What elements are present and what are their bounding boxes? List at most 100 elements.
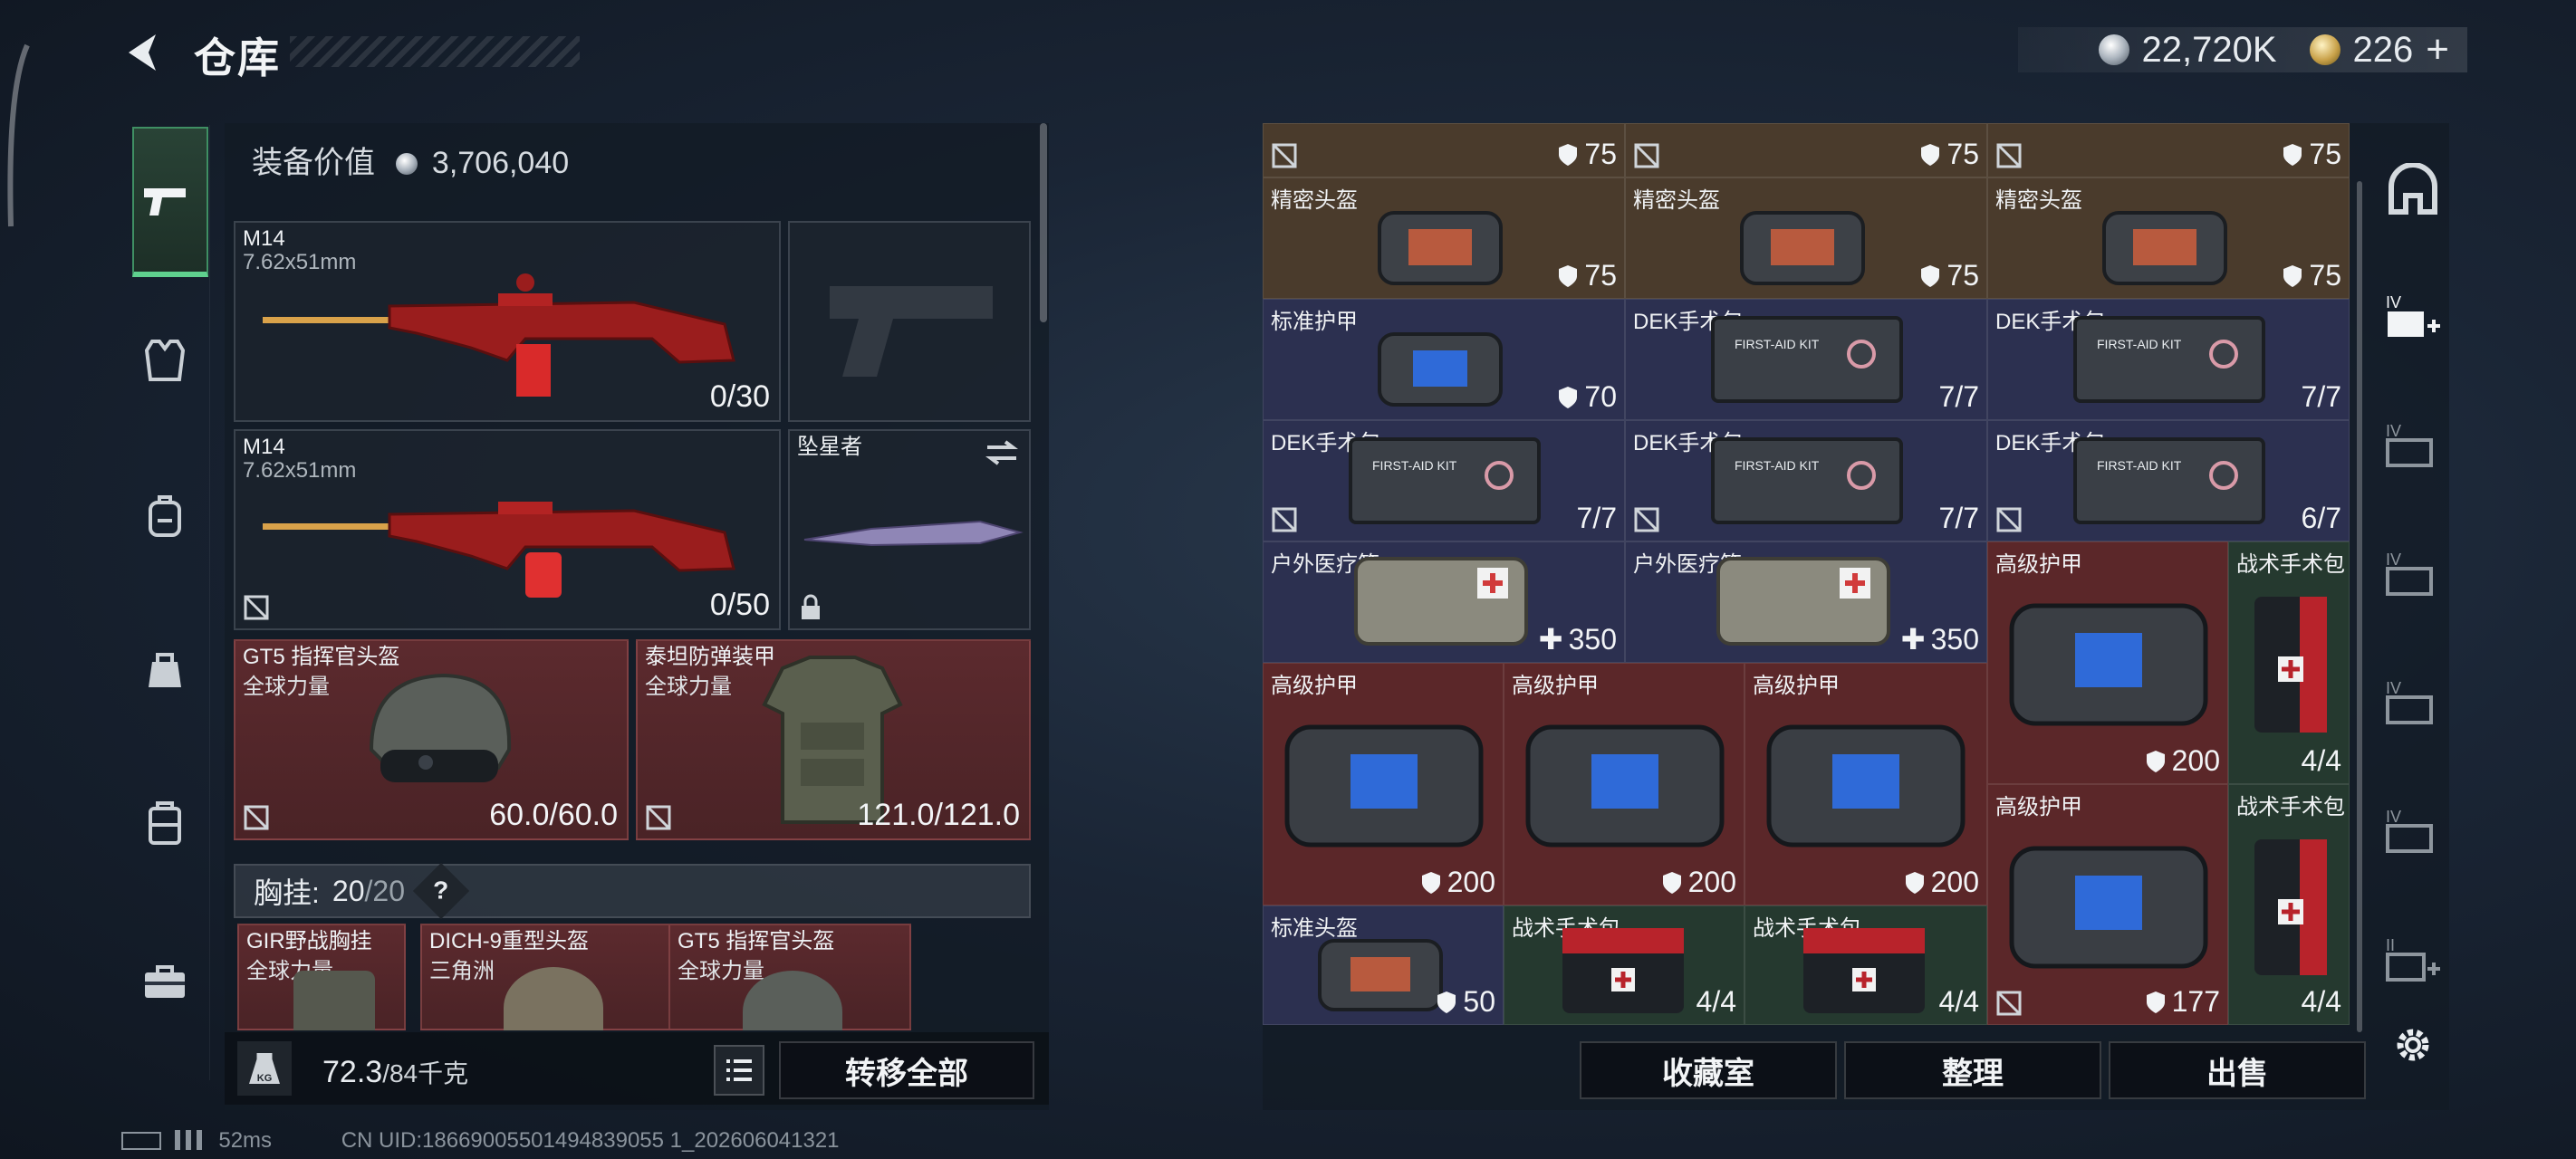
add-currency-button[interactable]: + bbox=[2426, 27, 2449, 72]
stash-item-advanced-armor[interactable]: 高级护甲 177 bbox=[1987, 784, 2228, 1025]
stash-item[interactable]: 75 bbox=[1263, 123, 1625, 177]
stash-item-advanced-armor[interactable]: 高级护甲 200 bbox=[1263, 663, 1504, 905]
stash-tab-home[interactable] bbox=[2380, 158, 2446, 223]
armor-bag-image bbox=[1766, 724, 1966, 848]
uses-count: 4/4 bbox=[1696, 985, 1736, 1018]
stash-tab-6[interactable]: II bbox=[2380, 927, 2446, 992]
settings-button[interactable] bbox=[2380, 1012, 2446, 1078]
stash-item-outdoor-medkit[interactable]: 户外医疗箱 ✚ 350 bbox=[1263, 541, 1625, 663]
list-view-button[interactable] bbox=[714, 1045, 764, 1096]
stash-item-dek-kit[interactable]: DEK手术包 FIRST-AID KIT 6/7 bbox=[1987, 420, 2350, 541]
back-arrow-icon[interactable] bbox=[118, 27, 168, 78]
helmet-faction: 全球力量 bbox=[243, 675, 330, 699]
nav-toolbox[interactable] bbox=[132, 949, 197, 1014]
stash-item-dek-kit[interactable]: DEK手术包 FIRST-AID KIT 7/7 bbox=[1625, 420, 1987, 541]
first-aid-kit-image: FIRST-AID KIT bbox=[2073, 316, 2265, 403]
help-button[interactable]: ? bbox=[412, 862, 470, 920]
secondary-weapon-slot[interactable] bbox=[788, 221, 1031, 422]
item-name: 战术手术包 bbox=[2236, 552, 2345, 577]
stash-item-tactical-kit[interactable]: 战术手术包 4/4 bbox=[1745, 905, 1987, 1025]
stash-item-advanced-armor[interactable]: 高级护甲 200 bbox=[1745, 663, 1987, 905]
transfer-all-button[interactable]: 转移全部 bbox=[779, 1041, 1034, 1099]
heal-amount: 350 bbox=[1568, 622, 1617, 656]
stash-tab-1[interactable]: IV bbox=[2380, 284, 2446, 350]
first-aid-kit-image: FIRST-AID KIT bbox=[1349, 437, 1541, 524]
stash-item-precision-helmet[interactable]: 精密头盔 75 bbox=[1987, 177, 2350, 299]
lock-icon bbox=[802, 594, 820, 619]
uses-count: 4/4 bbox=[1938, 985, 1979, 1018]
nav-backpack[interactable] bbox=[132, 484, 197, 549]
primary-weapon-slot-2[interactable]: M14 7.62x51mm 0/50 bbox=[234, 429, 781, 630]
stash-tab-5[interactable]: IV bbox=[2380, 799, 2446, 864]
uses-count: 6/7 bbox=[2301, 502, 2341, 534]
kit-label: FIRST-AID KIT bbox=[1735, 337, 1820, 351]
stash-item-dek-kit[interactable]: DEK手术包 FIRST-AID KIT 7/7 bbox=[1987, 299, 2350, 420]
stash-item-tactical-kit[interactable]: 战术手术包 4/4 bbox=[1504, 905, 1745, 1025]
armor-bag-image bbox=[1378, 332, 1503, 407]
helmet-bag-image bbox=[1318, 939, 1443, 1011]
stash-item-outdoor-medkit[interactable]: 户外医疗箱 ✚ 350 bbox=[1625, 541, 1987, 663]
rig-item-gir[interactable]: GIR野战胸挂 全球力量 bbox=[237, 924, 406, 1030]
nav-case[interactable] bbox=[132, 791, 197, 857]
stash-tab-4[interactable]: IV bbox=[2380, 670, 2446, 735]
armor-class: 75 bbox=[1946, 259, 1979, 292]
item-name: 高级护甲 bbox=[1995, 552, 2082, 577]
melee-slot[interactable]: 坠星者 bbox=[788, 429, 1031, 630]
uses-count: 7/7 bbox=[1576, 502, 1617, 534]
armor-class: 75 bbox=[2309, 259, 2341, 292]
rig-item-gt5[interactable]: GT5 指挥官头盔 全球力量 bbox=[668, 924, 911, 1030]
primary-weapon-slot-1[interactable]: M14 7.62x51mm 0/30 bbox=[234, 221, 781, 422]
stash-item-tactical-kit[interactable]: 战术手术包 4/4 bbox=[2228, 784, 2350, 1025]
page-title: 仓库 bbox=[194, 34, 281, 81]
stash-item-tactical-kit[interactable]: 战术手术包 4/4 bbox=[2228, 541, 2350, 784]
stash-item-standard-helmet[interactable]: 标准头盔 50 bbox=[1263, 905, 1504, 1025]
stash-tab-2[interactable]: IV bbox=[2380, 413, 2446, 478]
stash-item[interactable]: 75 bbox=[1987, 123, 2350, 177]
uses-count: 7/7 bbox=[1938, 380, 1979, 413]
stash-item-precision-helmet[interactable]: 精密头盔 75 bbox=[1625, 177, 1987, 299]
loadout-scrollbar[interactable] bbox=[1040, 123, 1047, 322]
rig-item-dich9[interactable]: DICH-9重型头盔 三角洲 bbox=[420, 924, 670, 1030]
uses-count: 4/4 bbox=[2301, 744, 2341, 777]
nav-vest[interactable] bbox=[132, 328, 197, 393]
helmet-bag-image bbox=[1378, 211, 1503, 285]
armor-bag-image bbox=[1525, 724, 1725, 848]
sell-button[interactable]: 出售 bbox=[2109, 1041, 2366, 1099]
stash-item-advanced-armor[interactable]: 高级护甲 200 bbox=[1504, 663, 1745, 905]
tier-4-case-icon: IV bbox=[2386, 808, 2433, 853]
sort-button[interactable]: 整理 bbox=[1844, 1041, 2101, 1099]
weight-max: /84千克 bbox=[382, 1059, 469, 1087]
stash-item[interactable]: 75 bbox=[1625, 123, 1987, 177]
medkit-image bbox=[1716, 557, 1890, 646]
stash-item-dek-kit[interactable]: DEK手术包 FIRST-AID KIT 7/7 bbox=[1625, 299, 1987, 420]
rig-current: 20 bbox=[332, 874, 365, 907]
collection-room-button[interactable]: 收藏室 bbox=[1580, 1041, 1837, 1099]
stash-item-precision-helmet[interactable]: 精密头盔 75 bbox=[1263, 177, 1625, 299]
equipment-value: 装备价值 3,706,040 bbox=[252, 138, 569, 182]
helmet-slot[interactable]: GT5 指挥官头盔 全球力量 60.0/60.0 bbox=[234, 639, 629, 840]
no-drop-icon bbox=[1272, 143, 1297, 168]
swap-icon[interactable] bbox=[984, 438, 1020, 467]
medkit-image bbox=[1354, 557, 1528, 646]
stash-item-dek-kit[interactable]: DEK手术包 FIRST-AID KIT 7/7 bbox=[1263, 420, 1625, 541]
rig-items-row: GIR野战胸挂 全球力量 DICH-9重型头盔 三角洲 GT5 指挥官头盔 全球… bbox=[234, 924, 1031, 1030]
item-name: 精密头盔 bbox=[1995, 188, 2082, 213]
armor-bag-image bbox=[2009, 846, 2208, 969]
helmet-durability: 60.0/60.0 bbox=[489, 798, 618, 832]
nav-weapons[interactable] bbox=[132, 168, 197, 234]
stash-item-advanced-armor[interactable]: 高级护甲 200 bbox=[1987, 541, 2228, 784]
stash-tab-3[interactable]: IV bbox=[2380, 541, 2446, 607]
bag-icon bbox=[149, 653, 181, 687]
shield-icon bbox=[1421, 871, 1440, 894]
silver-coin-icon bbox=[2098, 34, 2129, 65]
shield-icon bbox=[1559, 264, 1578, 287]
armor-class: 200 bbox=[1447, 866, 1495, 898]
stash-home-icon bbox=[2389, 163, 2437, 215]
rig-item-sub: 全球力量 bbox=[678, 959, 764, 983]
nav-bag[interactable] bbox=[132, 637, 197, 703]
armor-slot[interactable]: 泰坦防弹装甲 全球力量 121.0/121.0 bbox=[636, 639, 1031, 840]
stash-item-standard-armor[interactable]: 标准护甲 70 bbox=[1263, 299, 1625, 420]
stash-scrollbar[interactable] bbox=[2357, 181, 2362, 1032]
list-icon bbox=[726, 1059, 752, 1081]
armor-faction: 全球力量 bbox=[645, 675, 732, 699]
